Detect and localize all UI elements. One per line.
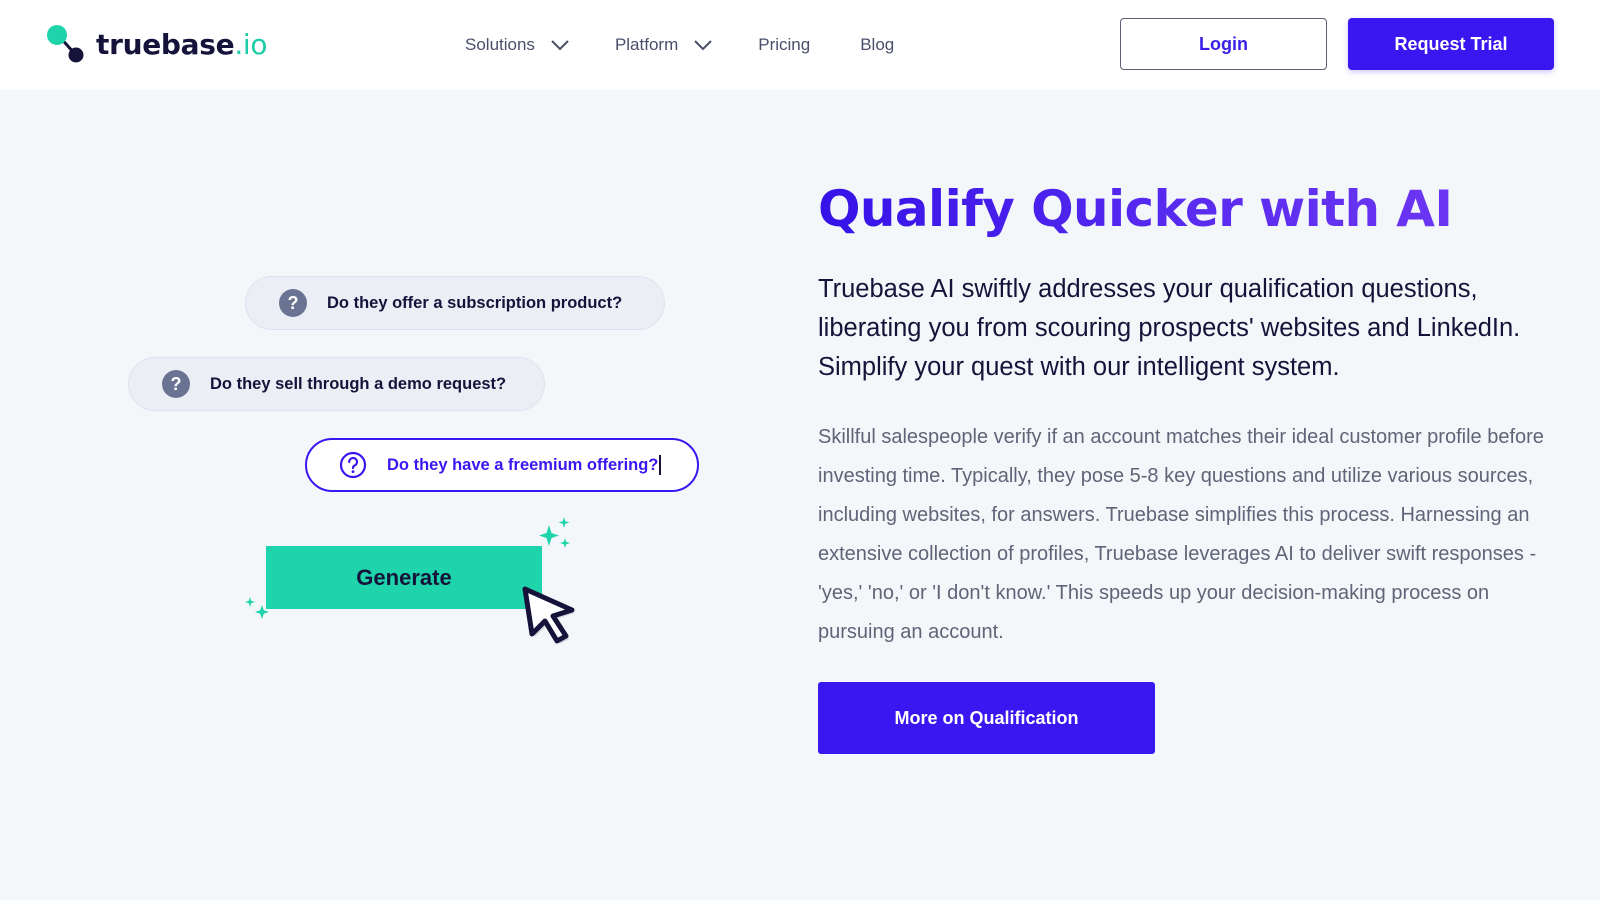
site-header: truebase.io Solutions Platform Pricing B… xyxy=(0,0,1600,90)
nav-platform[interactable]: Platform xyxy=(615,30,712,60)
nav-label: Pricing xyxy=(758,35,811,54)
text-caret xyxy=(659,455,661,475)
question-input-active: Do they have a freemium offering? xyxy=(305,438,699,492)
question-circle-icon: ? xyxy=(279,289,307,317)
question-text: Do they offer a subscription product? xyxy=(327,293,623,312)
cursor-arrow-icon xyxy=(520,584,582,651)
nav-label: Blog xyxy=(860,35,895,54)
request-trial-button[interactable]: Request Trial xyxy=(1348,18,1554,70)
nav-solutions[interactable]: Solutions xyxy=(465,30,569,60)
chevron-down-icon xyxy=(551,39,569,51)
lead-paragraph: Truebase AI swiftly addresses your quali… xyxy=(818,275,1521,381)
logo-mark-icon xyxy=(46,24,86,64)
main-nav: Solutions Platform Pricing Blog xyxy=(465,30,944,60)
body-paragraph: Skillful salespeople verify if an accoun… xyxy=(818,426,1544,643)
nav-label: Platform xyxy=(614,35,679,54)
login-button[interactable]: Login xyxy=(1120,18,1327,70)
question-pill: ? Do they offer a subscription product? xyxy=(245,276,665,330)
logo[interactable]: truebase.io xyxy=(46,24,268,64)
nav-label: Solutions xyxy=(465,35,535,54)
logo-wordmark: truebase.io xyxy=(96,27,268,61)
sparkle-icon xyxy=(244,597,274,632)
question-text: Do they have a freemium offering? xyxy=(387,455,659,474)
question-pill: ? Do they sell through a demo request? xyxy=(128,357,545,411)
page-title: Qualify Quicker with AI xyxy=(818,180,1453,238)
question-circle-icon xyxy=(339,451,367,479)
question-text: Do they sell through a demo request? xyxy=(210,374,507,393)
nav-pricing[interactable]: Pricing xyxy=(758,30,810,60)
nav-blog[interactable]: Blog xyxy=(860,30,894,60)
more-on-qualification-button[interactable]: More on Qualification xyxy=(818,682,1155,754)
question-circle-icon: ? xyxy=(162,370,190,398)
generate-button[interactable]: Generate xyxy=(266,546,542,609)
chevron-down-icon xyxy=(694,39,712,51)
